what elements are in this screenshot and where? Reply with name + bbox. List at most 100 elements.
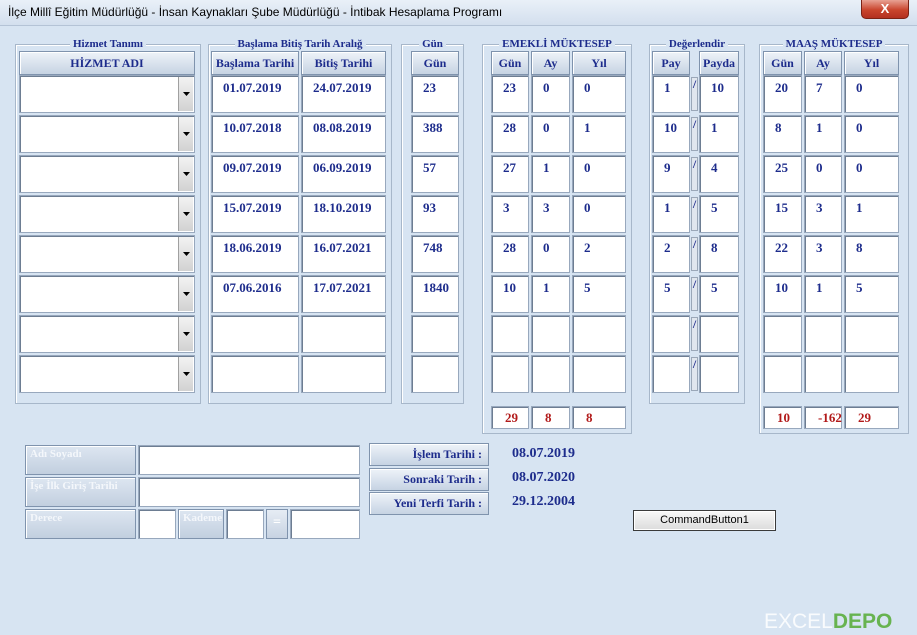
bitis-cell[interactable]: 17.07.2021 bbox=[301, 275, 386, 313]
dropdown-arrow-icon[interactable] bbox=[178, 277, 193, 311]
emekli-gun-cell[interactable]: 28 bbox=[491, 235, 529, 273]
command-button-1[interactable]: CommandButton1 bbox=[633, 510, 776, 531]
emekli-ay-cell[interactable]: 3 bbox=[531, 195, 570, 233]
emekli-ay-cell[interactable]: 1 bbox=[531, 155, 570, 193]
maas-yil-cell[interactable]: 0 bbox=[844, 155, 899, 193]
dropdown-arrow-icon[interactable] bbox=[178, 197, 193, 231]
maas-yil-cell[interactable]: 5 bbox=[844, 275, 899, 313]
ise-ilk-giris-input[interactable] bbox=[138, 477, 360, 507]
emekli-yil-cell[interactable] bbox=[572, 315, 626, 353]
derece-input[interactable] bbox=[138, 509, 176, 539]
payda-cell[interactable]: 1 bbox=[699, 115, 739, 153]
emekli-gun-cell[interactable] bbox=[491, 355, 529, 393]
emekli-ay-cell[interactable] bbox=[531, 315, 570, 353]
maas-yil-cell[interactable] bbox=[844, 355, 899, 393]
emekli-yil-cell[interactable]: 0 bbox=[572, 195, 626, 233]
gun-cell[interactable]: 57 bbox=[411, 155, 459, 193]
maas-ay-cell[interactable]: 3 bbox=[804, 235, 842, 273]
pay-cell[interactable]: 5 bbox=[652, 275, 690, 313]
maas-yil-cell[interactable]: 0 bbox=[844, 115, 899, 153]
bitis-cell[interactable]: 08.08.2019 bbox=[301, 115, 386, 153]
emekli-yil-cell[interactable]: 0 bbox=[572, 75, 626, 113]
bitis-cell[interactable]: 18.10.2019 bbox=[301, 195, 386, 233]
emekli-yil-cell[interactable] bbox=[572, 355, 626, 393]
baslama-cell[interactable]: 09.07.2019 bbox=[211, 155, 299, 193]
gun-cell[interactable] bbox=[411, 355, 459, 393]
gun-cell[interactable]: 1840 bbox=[411, 275, 459, 313]
pay-cell[interactable]: 2 bbox=[652, 235, 690, 273]
bitis-cell[interactable] bbox=[301, 355, 386, 393]
emekli-ay-cell[interactable]: 1 bbox=[531, 275, 570, 313]
emekli-yil-cell[interactable]: 2 bbox=[572, 235, 626, 273]
pay-cell[interactable]: 10 bbox=[652, 115, 690, 153]
baslama-cell[interactable] bbox=[211, 355, 299, 393]
maas-gun-cell[interactable] bbox=[763, 355, 802, 393]
pay-cell[interactable] bbox=[652, 355, 690, 393]
dropdown-arrow-icon[interactable] bbox=[178, 317, 193, 351]
baslama-cell[interactable]: 15.07.2019 bbox=[211, 195, 299, 233]
maas-ay-cell[interactable] bbox=[804, 315, 842, 353]
pay-cell[interactable]: 1 bbox=[652, 195, 690, 233]
emekli-gun-cell[interactable]: 10 bbox=[491, 275, 529, 313]
hizmet-adi-combo[interactable] bbox=[19, 355, 195, 393]
pay-cell[interactable]: 9 bbox=[652, 155, 690, 193]
payda-cell[interactable]: 5 bbox=[699, 195, 739, 233]
bitis-cell[interactable]: 24.07.2019 bbox=[301, 75, 386, 113]
maas-yil-cell[interactable] bbox=[844, 315, 899, 353]
emekli-gun-cell[interactable]: 27 bbox=[491, 155, 529, 193]
gun-cell[interactable]: 748 bbox=[411, 235, 459, 273]
baslama-cell[interactable]: 01.07.2019 bbox=[211, 75, 299, 113]
maas-gun-cell[interactable]: 15 bbox=[763, 195, 802, 233]
equals-button[interactable]: = bbox=[266, 509, 288, 539]
maas-ay-cell[interactable]: 0 bbox=[804, 155, 842, 193]
emekli-gun-cell[interactable] bbox=[491, 315, 529, 353]
gun-cell[interactable] bbox=[411, 315, 459, 353]
dropdown-arrow-icon[interactable] bbox=[178, 237, 193, 271]
adi-soyadi-input[interactable] bbox=[138, 445, 360, 475]
dropdown-arrow-icon[interactable] bbox=[178, 117, 193, 151]
baslama-cell[interactable]: 10.07.2018 bbox=[211, 115, 299, 153]
hizmet-adi-combo[interactable] bbox=[19, 155, 195, 193]
dropdown-arrow-icon[interactable] bbox=[178, 357, 193, 391]
maas-gun-cell[interactable] bbox=[763, 315, 802, 353]
emekli-gun-cell[interactable]: 28 bbox=[491, 115, 529, 153]
payda-cell[interactable] bbox=[699, 315, 739, 353]
maas-gun-cell[interactable]: 25 bbox=[763, 155, 802, 193]
emekli-ay-cell[interactable] bbox=[531, 355, 570, 393]
hizmet-adi-combo[interactable] bbox=[19, 195, 195, 233]
emekli-gun-cell[interactable]: 23 bbox=[491, 75, 529, 113]
kademe-input[interactable] bbox=[226, 509, 264, 539]
baslama-cell[interactable]: 18.06.2019 bbox=[211, 235, 299, 273]
maas-gun-cell[interactable]: 10 bbox=[763, 275, 802, 313]
emekli-ay-cell[interactable]: 0 bbox=[531, 115, 570, 153]
bitis-cell[interactable]: 06.09.2019 bbox=[301, 155, 386, 193]
hizmet-adi-combo[interactable] bbox=[19, 75, 195, 113]
hizmet-adi-combo[interactable] bbox=[19, 315, 195, 353]
payda-cell[interactable]: 5 bbox=[699, 275, 739, 313]
emekli-ay-cell[interactable]: 0 bbox=[531, 75, 570, 113]
close-button[interactable]: X bbox=[861, 0, 909, 19]
maas-ay-cell[interactable]: 1 bbox=[804, 275, 842, 313]
maas-yil-cell[interactable]: 0 bbox=[844, 75, 899, 113]
pay-cell[interactable]: 1 bbox=[652, 75, 690, 113]
maas-gun-cell[interactable]: 20 bbox=[763, 75, 802, 113]
hizmet-adi-combo[interactable] bbox=[19, 115, 195, 153]
maas-ay-cell[interactable]: 1 bbox=[804, 115, 842, 153]
emekli-yil-cell[interactable]: 1 bbox=[572, 115, 626, 153]
payda-cell[interactable]: 8 bbox=[699, 235, 739, 273]
result-input[interactable] bbox=[290, 509, 360, 539]
pay-cell[interactable] bbox=[652, 315, 690, 353]
emekli-ay-cell[interactable]: 0 bbox=[531, 235, 570, 273]
maas-yil-cell[interactable]: 8 bbox=[844, 235, 899, 273]
dropdown-arrow-icon[interactable] bbox=[178, 77, 193, 111]
baslama-cell[interactable] bbox=[211, 315, 299, 353]
bitis-cell[interactable] bbox=[301, 315, 386, 353]
maas-ay-cell[interactable]: 3 bbox=[804, 195, 842, 233]
dropdown-arrow-icon[interactable] bbox=[178, 157, 193, 191]
payda-cell[interactable]: 4 bbox=[699, 155, 739, 193]
gun-cell[interactable]: 388 bbox=[411, 115, 459, 153]
baslama-cell[interactable]: 07.06.2016 bbox=[211, 275, 299, 313]
gun-cell[interactable]: 93 bbox=[411, 195, 459, 233]
hizmet-adi-combo[interactable] bbox=[19, 235, 195, 273]
payda-cell[interactable]: 10 bbox=[699, 75, 739, 113]
